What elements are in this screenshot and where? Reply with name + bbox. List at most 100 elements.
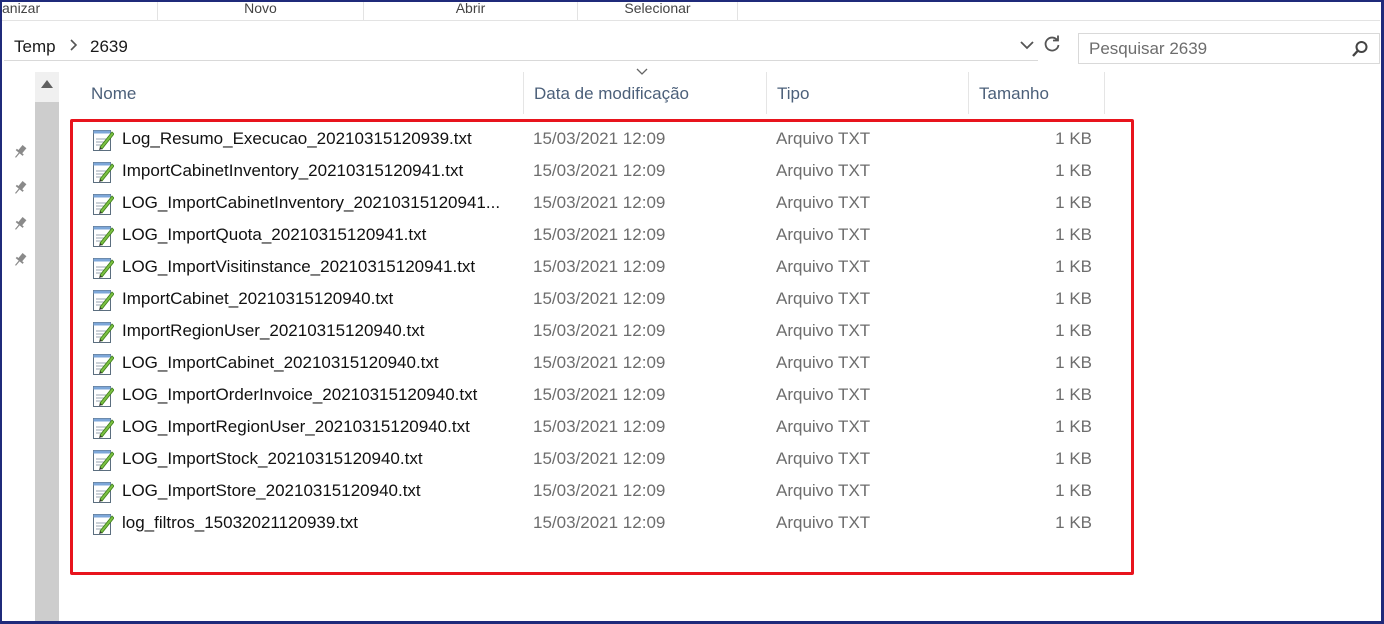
file-type: Arquivo TXT: [776, 385, 871, 404]
text-file-icon: [92, 480, 115, 504]
file-date: 15/03/2021 12:09: [533, 353, 666, 372]
file-date: 15/03/2021 12:09: [533, 129, 666, 148]
file-size: 1 KB: [1055, 321, 1092, 340]
file-name[interactable]: ImportCabinet_20210315120940.txt: [122, 289, 514, 309]
file-date: 15/03/2021 12:09: [533, 257, 666, 276]
file-name[interactable]: ImportCabinetInventory_20210315120941.tx…: [122, 161, 514, 181]
file-row[interactable]: ImportRegionUser_20210315120940.txt 15/03…: [88, 316, 1134, 348]
ribbon-group-open[interactable]: Abrir: [364, 2, 578, 20]
file-size: 1 KB: [1055, 161, 1092, 180]
text-file-icon: [92, 288, 115, 312]
file-name[interactable]: log_filtros_15032021120939.txt: [122, 513, 514, 533]
address-row: Temp 2639: [2, 22, 1380, 66]
file-name[interactable]: LOG_ImportOrderInvoice_20210315120940.tx…: [122, 385, 514, 405]
chevron-up-icon: [41, 80, 53, 88]
column-header-type[interactable]: Tipo: [767, 72, 969, 114]
file-size: 1 KB: [1055, 257, 1092, 276]
file-row[interactable]: LOG_ImportCabinet_20210315120940.txt 15/0…: [88, 348, 1134, 380]
file-name[interactable]: LOG_ImportCabinet_20210315120940.txt: [122, 353, 514, 373]
file-date: 15/03/2021 12:09: [533, 481, 666, 500]
file-name[interactable]: Log_Resumo_Execucao_20210315120939.txt: [122, 129, 514, 149]
refresh-icon[interactable]: [1042, 34, 1062, 58]
chevron-right-icon[interactable]: [68, 39, 78, 54]
text-file-icon: [92, 448, 115, 472]
text-file-icon: [92, 512, 115, 536]
file-size: 1 KB: [1055, 417, 1092, 436]
scroll-up-button[interactable]: [35, 72, 59, 102]
file-row[interactable]: log_filtros_15032021120939.txt 15/03/2021…: [88, 508, 1134, 540]
navigation-pane: [2, 66, 35, 622]
text-file-icon: [92, 416, 115, 440]
file-row[interactable]: LOG_ImportQuota_20210315120941.txt 15/03/…: [88, 220, 1134, 252]
ribbon-group-label: Abrir: [455, 2, 486, 16]
column-header-label: Data de modificação: [534, 84, 689, 103]
file-row[interactable]: LOG_ImportVisitinstance_20210315120941.t…: [88, 252, 1134, 284]
text-file-icon: [92, 192, 115, 216]
file-size: 1 KB: [1055, 129, 1092, 148]
file-type: Arquivo TXT: [776, 161, 871, 180]
file-type: Arquivo TXT: [776, 513, 871, 532]
ribbon-group-new[interactable]: Novo: [158, 2, 364, 20]
column-header-date[interactable]: Data de modificação: [524, 72, 767, 114]
text-file-icon: [92, 256, 115, 280]
breadcrumb-2639[interactable]: 2639: [90, 37, 128, 57]
column-header-name[interactable]: Nome: [81, 72, 524, 114]
file-size: 1 KB: [1055, 289, 1092, 308]
file-row[interactable]: LOG_ImportOrderInvoice_20210315120940.tx…: [88, 380, 1134, 412]
file-name[interactable]: LOG_ImportQuota_20210315120941.txt: [122, 225, 514, 245]
file-name[interactable]: LOG_ImportStock_20210315120940.txt: [122, 449, 514, 469]
file-row[interactable]: ImportCabinet_20210315120940.txt 15/03/20…: [88, 284, 1134, 316]
file-type: Arquivo TXT: [776, 225, 871, 244]
file-size: 1 KB: [1055, 225, 1092, 244]
file-name[interactable]: LOG_ImportCabinetInventory_2021031512094…: [122, 193, 514, 213]
chevron-down-icon[interactable]: [1020, 37, 1034, 53]
file-size: 1 KB: [1055, 449, 1092, 468]
file-date: 15/03/2021 12:09: [533, 385, 666, 404]
file-name[interactable]: ImportRegionUser_20210315120940.txt: [122, 321, 514, 341]
column-header-label: Tipo: [777, 84, 810, 103]
text-file-icon: [92, 224, 115, 248]
file-date: 15/03/2021 12:09: [533, 289, 666, 308]
file-date: 15/03/2021 12:09: [533, 321, 666, 340]
file-name[interactable]: LOG_ImportStore_20210315120940.txt: [122, 481, 514, 501]
ribbon-group-select[interactable]: Selecionar: [578, 2, 738, 20]
file-row[interactable]: LOG_ImportStock_20210315120940.txt 15/03/…: [88, 444, 1134, 476]
column-header-label: Tamanho: [979, 84, 1049, 103]
file-row[interactable]: LOG_ImportCabinetInventory_2021031512094…: [88, 188, 1134, 220]
column-header-label: Nome: [91, 84, 137, 103]
text-file-icon: [92, 320, 115, 344]
pin-icon[interactable]: [12, 252, 28, 268]
file-type: Arquivo TXT: [776, 129, 871, 148]
file-type: Arquivo TXT: [776, 353, 871, 372]
search-icon[interactable]: [1351, 40, 1369, 58]
vertical-scrollbar[interactable]: [35, 72, 59, 622]
ribbon-group-label: Novo: [244, 2, 277, 16]
text-file-icon: [92, 128, 115, 152]
file-row[interactable]: LOG_ImportStore_20210315120940.txt 15/03/…: [88, 476, 1134, 508]
pin-icon[interactable]: [12, 180, 28, 196]
pin-icon[interactable]: [12, 144, 28, 160]
ribbon-group-label: anizar: [2, 2, 41, 16]
file-date: 15/03/2021 12:09: [533, 417, 666, 436]
file-type: Arquivo TXT: [776, 321, 871, 340]
address-bar[interactable]: Temp 2639: [4, 31, 1038, 61]
file-row[interactable]: LOG_ImportRegionUser_20210315120940.txt 1…: [88, 412, 1134, 444]
file-name[interactable]: LOG_ImportRegionUser_20210315120940.txt: [122, 417, 514, 437]
column-header-size[interactable]: Tamanho: [969, 72, 1105, 114]
file-type: Arquivo TXT: [776, 481, 871, 500]
file-date: 15/03/2021 12:09: [533, 193, 666, 212]
file-size: 1 KB: [1055, 481, 1092, 500]
file-row[interactable]: Log_Resumo_Execucao_20210315120939.txt 15…: [88, 124, 1134, 156]
ribbon-group-label: Selecionar: [624, 2, 691, 16]
breadcrumb-temp[interactable]: Temp: [14, 37, 56, 57]
ribbon: anizar Novo Abrir Selecionar: [2, 2, 1380, 21]
ribbon-group-organize[interactable]: anizar: [2, 2, 158, 20]
file-date: 15/03/2021 12:09: [533, 449, 666, 468]
pin-icon[interactable]: [12, 216, 28, 232]
search-box[interactable]: [1078, 33, 1380, 64]
text-file-icon: [92, 160, 115, 184]
file-size: 1 KB: [1055, 513, 1092, 532]
file-row[interactable]: ImportCabinetInventory_20210315120941.tx…: [88, 156, 1134, 188]
file-name[interactable]: LOG_ImportVisitinstance_20210315120941.t…: [122, 257, 514, 277]
search-input[interactable]: [1079, 34, 1349, 63]
